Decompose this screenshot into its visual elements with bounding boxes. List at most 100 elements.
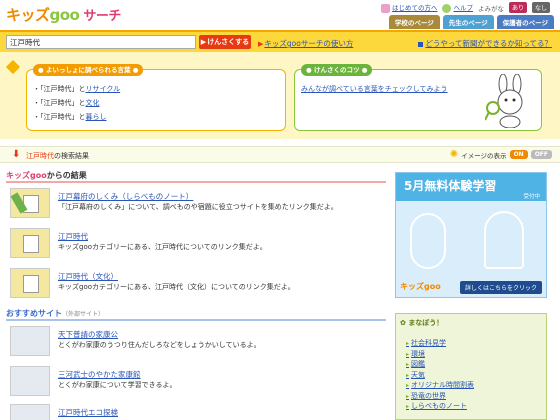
- result-thumbnail[interactable]: [10, 268, 50, 298]
- results-keyword: 江戸時代: [26, 152, 54, 160]
- site-logo[interactable]: キッズgoo サーチ: [6, 4, 121, 25]
- search-input[interactable]: [6, 35, 196, 49]
- learn-list: 社会科見学 環境 図鑑 天気 オリジナル時間割表 恐竜の世界 しらべものノート: [406, 338, 474, 412]
- banner-logo: キッズgoo: [400, 282, 441, 291]
- logo-goo: goo: [49, 6, 80, 24]
- learn-item[interactable]: 社会科見学: [406, 338, 474, 349]
- site-item: 三河武士のやかた家康館 とくがわ家康について学習できるよ。: [10, 366, 390, 402]
- search-tips-title-text: けんさくのコツ: [313, 66, 360, 74]
- logo-kids: キッズ: [6, 6, 50, 24]
- related-words-box: ● よいっしょに調べられる言葉 ● ・「江戸時代」とリサイクル ・「江戸時代」と…: [26, 64, 286, 131]
- howto-link[interactable]: ▶キッズgooサーチの使い方: [258, 38, 353, 49]
- site-thumbnail[interactable]: [10, 326, 50, 356]
- image-off-button[interactable]: OFF: [530, 150, 552, 159]
- learn-item[interactable]: 恐竜の世界: [406, 391, 474, 402]
- result-title-link[interactable]: 江戸幕府のしくみ（しらべものノート）: [58, 191, 193, 202]
- related-word-link[interactable]: 暮らし: [86, 113, 107, 121]
- learn-item[interactable]: しらべものノート: [406, 401, 474, 412]
- learn-item[interactable]: 図鑑: [406, 359, 474, 370]
- sparkle-icon: ✺: [449, 149, 459, 160]
- result-title-link[interactable]: 江戸時代: [58, 231, 88, 242]
- folder-icon: [23, 235, 39, 253]
- tab-parent[interactable]: 保護者のページ: [496, 15, 554, 29]
- result-item: 江戸時代（文化） キッズgooカテゴリーにある、江戸時代（文化）についてのリンク…: [10, 268, 390, 304]
- search-tips-title: ● けんさくのコツ ●: [301, 64, 373, 76]
- related-word-link[interactable]: リサイクル: [86, 85, 121, 93]
- yomigana-on-button[interactable]: あり: [508, 2, 527, 13]
- result-thumbnail[interactable]: [10, 188, 50, 218]
- help-link[interactable]: ヘルプ: [442, 2, 473, 13]
- learn-box: ✿ まなぼう！ 社会科見学 環境 図鑑 天気 オリジナル時間割表 恐竜の世界 し…: [395, 313, 547, 420]
- yomigana-off-button[interactable]: なし: [531, 2, 550, 13]
- site-title-link[interactable]: 江戸時代エコ探検: [58, 407, 118, 418]
- play-arrow-icon: ▶: [258, 40, 264, 48]
- tab-teacher[interactable]: 先生のページ: [442, 15, 494, 29]
- search-button-label: けんさくする: [207, 38, 250, 46]
- banner-details-button[interactable]: 詳しくはこちらをクリック: [459, 281, 542, 294]
- kids-brand: キッズgoo: [6, 171, 47, 180]
- site-desc: とくがわ家康のうつり住んだしろなどをしょうかいしているよ。: [58, 341, 261, 349]
- search-tips-box: ● けんさくのコツ ● みんなが調べている言葉をチェックしてみよう: [294, 64, 542, 131]
- girl-illustration-icon: [484, 211, 524, 269]
- result-thumbnail[interactable]: [10, 228, 50, 258]
- site-thumbnail[interactable]: [10, 366, 50, 396]
- learn-item[interactable]: オリジナル時間割表: [406, 380, 474, 391]
- learn-item[interactable]: 天気: [406, 370, 474, 381]
- news-link-label: どうやって新聞ができるか知ってる？: [425, 39, 552, 48]
- learn-item[interactable]: 環境: [406, 349, 474, 360]
- tips-area: ● よいっしょに調べられる言葉 ● ・「江戸時代」とリサイクル ・「江戸時代」と…: [0, 52, 560, 139]
- search-button[interactable]: ▶けんさくする: [199, 35, 251, 49]
- yomigana-label: よみがな: [477, 4, 504, 13]
- results-heading: 江戸時代の検索結果: [26, 151, 89, 161]
- news-link[interactable]: どうやって新聞ができるか知ってる？: [418, 38, 552, 49]
- site-item: 天下普請の家康公 とくがわ家康のうつり住んだしろなどをしょうかいしているよ。: [10, 326, 390, 362]
- related-word-row: ・「江戸時代」とリサイクル: [33, 84, 120, 94]
- book-icon: [380, 3, 390, 13]
- first-time-link[interactable]: はじめての方へ: [380, 2, 437, 13]
- trial-banner[interactable]: 5月無料体験学習 受付中 キッズgoo 詳しくはこちらをクリック: [395, 172, 547, 298]
- site-thumbnail[interactable]: [10, 404, 50, 420]
- audience-tabs: 学校のページ 先生のページ 保護者のページ: [388, 15, 554, 29]
- related-word-row: ・「江戸時代」と文化: [33, 98, 100, 108]
- banner-header: 5月無料体験学習 受付中: [396, 173, 546, 201]
- folder-icon: [23, 275, 39, 293]
- kids-results-title: キッズgooからの結果: [6, 170, 386, 183]
- site-desc: とくがわ家康について学習できるよ。: [58, 381, 177, 389]
- recommended-title: おすすめサイト（外部サイト）: [6, 308, 386, 321]
- related-prefix: ・「江戸時代」と: [33, 85, 86, 93]
- result-item: 江戸幕府のしくみ（しらべものノート） 「江戸幕府のしくみ」について、調べものや宿…: [10, 188, 390, 224]
- banner-title: 5月無料体験学習: [404, 179, 497, 193]
- related-word-row: ・「江戸時代」と暮らし: [33, 112, 107, 122]
- related-words-title: ● よいっしょに調べられる言葉 ●: [33, 64, 144, 76]
- diamond-deco-icon: [5, 59, 21, 75]
- result-desc: 「江戸幕府のしくみ」について、調べものや宿題に役立つサイトを集めたリンク集だよ。: [58, 203, 338, 211]
- square-bullet-icon: [418, 41, 424, 47]
- results-suffix: の検索結果: [54, 152, 89, 160]
- cat-illustration-icon: [410, 213, 446, 269]
- kids-title-rest: からの結果: [46, 171, 87, 180]
- search-bar: ▶けんさくする ▶キッズgooサーチの使い方 どうやって新聞ができるか知ってる？: [0, 30, 560, 52]
- related-word-link[interactable]: 文化: [86, 99, 100, 107]
- result-desc: キッズgooカテゴリーにある、江戸時代（文化）についてのリンク集だよ。: [58, 283, 295, 291]
- related-prefix: ・「江戸時代」と: [33, 99, 86, 107]
- image-on-button[interactable]: ON: [509, 150, 528, 159]
- recommended-title-text: おすすめサイト: [6, 309, 62, 318]
- banner-sub: 受付中: [523, 194, 540, 200]
- result-item: 江戸時代 キッズgooカテゴリーにある、江戸時代についてのリンク集だよ。: [10, 228, 390, 264]
- tab-school[interactable]: 学校のページ: [388, 15, 440, 29]
- learn-title: ✿ まなぼう！: [400, 319, 444, 327]
- popular-words-link[interactable]: みんなが調べている言葉をチェックしてみよう: [301, 84, 448, 94]
- learn-title-text: まなぼう！: [408, 319, 444, 327]
- site-item: 江戸時代エコ探検: [10, 404, 390, 420]
- site-title-link[interactable]: 天下普請の家康公: [58, 329, 118, 340]
- image-display-label: イメージの表示: [461, 151, 507, 160]
- site-title-link[interactable]: 三河武士のやかた家康館: [58, 369, 141, 380]
- related-prefix: ・「江戸時代」と: [33, 113, 86, 121]
- header: キッズgoo サーチ はじめての方へ ヘルプ よみがな あり なし 学校のページ …: [0, 0, 560, 30]
- question-icon: [442, 3, 452, 13]
- results-header: ⬇ 江戸時代の検索結果 ✺ イメージの表示 ON OFF: [0, 146, 560, 163]
- howto-label: キッズgooサーチの使い方: [264, 39, 354, 48]
- mascot-rabbit-icon: [485, 74, 523, 128]
- result-desc: キッズgooカテゴリーにある、江戸時代についてのリンク集だよ。: [58, 243, 267, 251]
- result-title-link[interactable]: 江戸時代（文化）: [58, 271, 118, 282]
